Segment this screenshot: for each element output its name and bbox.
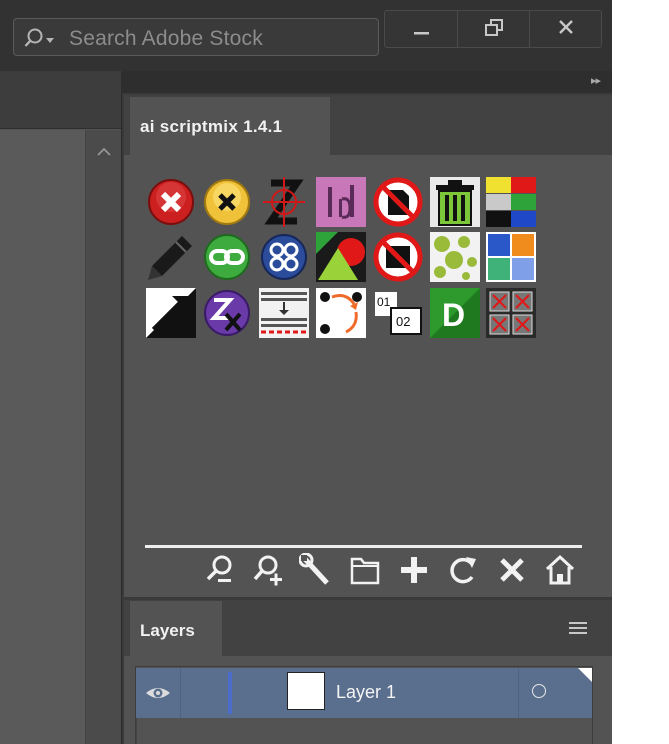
add-user-icon[interactable] [252, 553, 284, 587]
left-panel-body [0, 130, 85, 744]
numbering-label-2: 02 [396, 314, 410, 329]
double-chevron-right-icon[interactable]: ▸▸ [591, 74, 601, 87]
left-panel-header [0, 71, 121, 129]
no-document-icon[interactable] [373, 177, 423, 227]
close-icon [559, 20, 573, 34]
minimize-icon [414, 32, 429, 35]
layer-name[interactable]: Layer 1 [336, 682, 396, 703]
dock-header: ▸▸ [121, 71, 612, 93]
yellow-x-circle-icon[interactable] [202, 177, 252, 227]
tab-layers[interactable]: Layers [130, 601, 222, 656]
wrench-icon[interactable] [299, 553, 331, 587]
indesign-id-icon[interactable] [316, 177, 366, 227]
blue-orange-swatches-icon[interactable] [486, 232, 536, 282]
color-swatches-icon[interactable] [486, 177, 536, 227]
group-circles-icon[interactable] [259, 232, 309, 282]
layer-row[interactable]: Layer 1 [136, 668, 592, 718]
red-x-grid-icon[interactable] [486, 288, 536, 338]
illustrator-window: Search Adobe Stock ▸▸ ai scriptmix 1.4.1… [0, 0, 612, 744]
z-crosshair-icon[interactable] [259, 177, 309, 227]
scriptmix-toolbar [204, 553, 584, 589]
layer-thumbnail [287, 672, 325, 710]
numbering-label-1: 01 [377, 295, 391, 309]
panel-menu-icon[interactable] [569, 621, 587, 635]
numbering-icon[interactable]: 01 02 [373, 288, 423, 338]
zoom-out-icon[interactable] [204, 553, 236, 587]
green-d-icon[interactable]: D [430, 288, 480, 338]
layer-color-bar [228, 672, 232, 714]
red-x-circle-icon[interactable] [146, 177, 196, 227]
close-icon[interactable] [496, 553, 528, 587]
shapes-triangle-circle-icon[interactable] [316, 232, 366, 282]
selected-art-indicator [578, 668, 592, 682]
refresh-icon[interactable] [446, 553, 478, 587]
toolbar-divider [145, 545, 582, 548]
d-label: D [442, 297, 465, 333]
layer-target-icon[interactable] [532, 684, 546, 698]
link-chain-icon[interactable] [202, 232, 252, 282]
layers-list-empty-area [136, 718, 592, 744]
search-placeholder: Search Adobe Stock [69, 27, 263, 50]
no-rectangle-icon[interactable] [373, 232, 423, 282]
search-adobe-stock-input[interactable]: Search Adobe Stock [13, 18, 379, 56]
restore-button[interactable] [457, 11, 529, 47]
home-icon[interactable] [544, 553, 576, 587]
plus-icon[interactable] [398, 553, 430, 587]
search-dropdown-icon[interactable] [24, 27, 58, 49]
scroll-up-icon[interactable] [97, 148, 111, 156]
scale-arrow-icon[interactable] [146, 288, 196, 338]
scatter-dots-icon[interactable] [430, 232, 480, 282]
folder-icon[interactable] [349, 553, 381, 587]
lock-column-divider [180, 668, 181, 718]
pencil-icon[interactable] [146, 232, 196, 282]
tab-scriptmix[interactable]: ai scriptmix 1.4.1 [130, 97, 330, 155]
close-window-button[interactable] [529, 11, 601, 47]
target-column-divider [518, 668, 519, 718]
eye-visibility-icon[interactable] [144, 682, 172, 704]
scriptmix-panel [124, 95, 612, 597]
text-align-icon[interactable] [259, 288, 309, 338]
purple-z-x-icon[interactable] [202, 288, 252, 338]
restore-icon [485, 19, 503, 36]
window-controls [384, 10, 602, 48]
left-scrollbar[interactable] [85, 130, 121, 744]
minimize-button[interactable] [385, 11, 457, 47]
trash-bin-icon[interactable] [430, 177, 480, 227]
rotate-arrows-icon[interactable] [316, 288, 366, 338]
